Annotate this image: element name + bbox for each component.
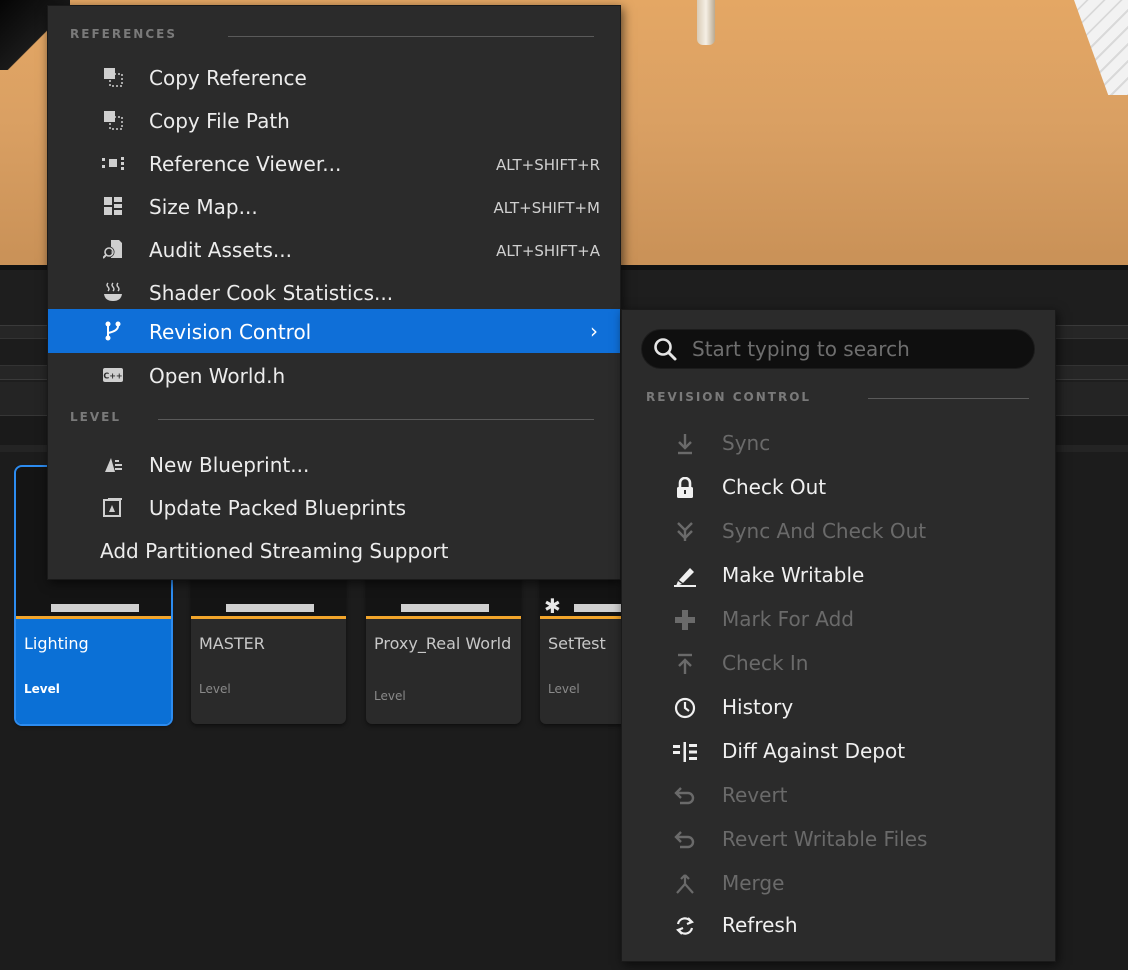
menu-item-label: Check Out	[722, 475, 827, 499]
menu-item-new-blueprint[interactable]: New Blueprint...	[48, 442, 620, 486]
menu-item-refresh[interactable]: Refresh	[622, 903, 1055, 947]
shortcut-label: ALT+SHIFT+M	[493, 199, 600, 217]
menu-item-label: Update Packed Blueprints	[149, 496, 407, 520]
search-icon	[652, 336, 678, 362]
menu-item-label: Audit Assets...	[149, 238, 292, 262]
menu-item-label: Sync And Check Out	[722, 519, 927, 543]
section-header-level: LEVEL	[48, 406, 620, 428]
asset-name: Lighting	[24, 634, 89, 653]
diff-icon	[672, 739, 698, 765]
menu-item-check-in[interactable]: Check In	[622, 641, 1055, 685]
menu-item-label: Make Writable	[722, 563, 865, 587]
menu-item-size-map[interactable]: Size Map... ALT+SHIFT+M	[48, 184, 620, 228]
menu-item-label: Sync	[722, 431, 771, 455]
modified-star-icon: ✱	[544, 594, 561, 618]
menu-item-sync[interactable]: Sync	[622, 421, 1055, 465]
asset-context-menu: REFERENCES Copy Reference Copy File Path…	[47, 5, 621, 580]
menu-item-diff-against-depot[interactable]: Diff Against Depot	[622, 729, 1055, 773]
menu-item-make-writable[interactable]: Make Writable	[622, 553, 1055, 597]
section-divider	[228, 36, 594, 37]
viewport-pillar	[697, 0, 715, 45]
section-header-revision-control: REVISION CONTROL	[622, 388, 1055, 410]
menu-item-label: Size Map...	[149, 195, 258, 219]
sync-and-check-out-icon	[672, 519, 698, 545]
asset-type: Level	[24, 682, 60, 696]
menu-item-label: Copy File Path	[149, 109, 290, 133]
revision-control-icon	[102, 320, 124, 342]
menu-item-label: Refresh	[722, 913, 798, 937]
asset-type: Level	[374, 689, 406, 703]
menu-item-label: Mark For Add	[722, 607, 855, 631]
audit-assets-icon	[102, 238, 124, 260]
pencil-icon	[672, 563, 698, 589]
size-map-icon	[102, 195, 124, 217]
section-divider	[868, 398, 1029, 399]
copy-file-path-icon	[102, 109, 124, 131]
revert-icon	[672, 783, 698, 809]
menu-item-add-partitioned-streaming-support[interactable]: Add Partitioned Streaming Support	[48, 528, 620, 572]
section-label: REVISION CONTROL	[646, 390, 812, 404]
menu-item-revert[interactable]: Revert	[622, 773, 1055, 817]
cpp-file-icon: C++	[102, 364, 124, 386]
copy-reference-icon	[102, 66, 124, 88]
menu-item-copy-reference[interactable]: Copy Reference	[48, 55, 620, 99]
shortcut-label: ALT+SHIFT+R	[495, 156, 600, 174]
menu-item-sync-and-check-out[interactable]: Sync And Check Out	[622, 509, 1055, 553]
menu-item-audit-assets[interactable]: Audit Assets... ALT+SHIFT+A	[48, 227, 620, 271]
menu-item-label: Revert	[722, 783, 788, 807]
menu-item-copy-file-path[interactable]: Copy File Path	[48, 98, 620, 142]
check-in-icon	[672, 651, 698, 677]
menu-item-revert-writable-files[interactable]: Revert Writable Files	[622, 817, 1055, 861]
menu-item-label: Revert Writable Files	[722, 827, 928, 851]
menu-item-label: Copy Reference	[149, 66, 307, 90]
svg-text:C++: C++	[103, 372, 122, 381]
section-label: LEVEL	[70, 410, 121, 424]
sync-icon	[672, 431, 698, 457]
asset-type: Level	[548, 682, 580, 696]
menu-item-check-out[interactable]: Check Out	[622, 465, 1055, 509]
plus-icon	[672, 607, 698, 633]
section-label: REFERENCES	[70, 27, 177, 41]
lock-icon	[672, 475, 698, 501]
section-header-references: REFERENCES	[48, 23, 620, 45]
search-box[interactable]	[641, 329, 1035, 369]
menu-item-open-source-file[interactable]: C++ Open World.h	[48, 353, 620, 397]
submenu-arrow-icon: ›	[590, 319, 598, 343]
menu-item-history[interactable]: History	[622, 685, 1055, 729]
menu-item-label: History	[722, 695, 794, 719]
menu-item-label: Add Partitioned Streaming Support	[100, 539, 449, 563]
menu-item-label: Diff Against Depot	[722, 739, 906, 763]
asset-name: MASTER	[199, 634, 265, 653]
merge-icon	[672, 871, 698, 897]
menu-item-mark-for-add[interactable]: Mark For Add	[622, 597, 1055, 641]
menu-item-label: Merge	[722, 871, 785, 895]
menu-item-label: Reference Viewer...	[149, 152, 342, 176]
revert-writable-icon	[672, 827, 698, 853]
new-blueprint-icon	[102, 453, 124, 475]
refresh-icon	[672, 913, 698, 939]
revision-control-submenu: REVISION CONTROL Sync Check Out Sync And…	[621, 309, 1056, 962]
menu-item-shader-cook-statistics[interactable]: Shader Cook Statistics...	[48, 270, 620, 314]
update-packed-blueprints-icon	[102, 496, 124, 518]
shader-cook-icon	[102, 281, 124, 303]
reference-viewer-icon	[102, 152, 124, 174]
menu-item-merge[interactable]: Merge	[622, 861, 1055, 905]
clock-icon	[672, 695, 698, 721]
menu-item-reference-viewer[interactable]: Reference Viewer... ALT+SHIFT+R	[48, 141, 620, 185]
shortcut-label: ALT+SHIFT+A	[496, 242, 600, 260]
search-input[interactable]	[692, 336, 1022, 362]
asset-name: Proxy_Real World	[374, 634, 512, 653]
menu-item-label: Revision Control	[149, 320, 312, 344]
menu-item-label: Shader Cook Statistics...	[149, 281, 394, 305]
menu-item-revision-control[interactable]: Revision Control ›	[48, 309, 620, 353]
menu-item-label: New Blueprint...	[149, 453, 310, 477]
asset-type: Level	[199, 682, 231, 696]
section-divider	[158, 419, 594, 420]
menu-item-label: Open World.h	[149, 364, 286, 388]
menu-item-label: Check In	[722, 651, 809, 675]
menu-item-update-packed-blueprints[interactable]: Update Packed Blueprints	[48, 485, 620, 529]
